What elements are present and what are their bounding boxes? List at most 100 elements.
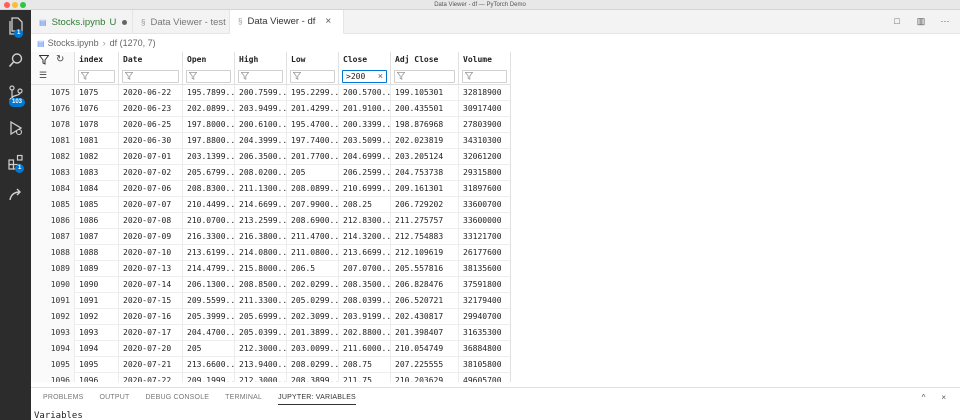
table-cell-date[interactable]: 2020-07-10 (119, 245, 183, 261)
table-row[interactable]: 1078 1078 2020-06-25 197.8000... 200.6100...… (31, 117, 510, 133)
table-cell-high[interactable]: 213.2599... (235, 213, 287, 229)
column-header-adj_close[interactable]: Adj Close (391, 52, 459, 68)
table-cell-volume[interactable]: 33600000 (459, 213, 510, 229)
table-cell-date[interactable]: 2020-07-17 (119, 325, 183, 341)
table-cell-date[interactable]: 2020-07-06 (119, 181, 183, 197)
table-cell-adj_close[interactable]: 200.435501 (391, 101, 459, 117)
table-cell-high[interactable]: 205.6999... (235, 309, 287, 325)
table-row[interactable]: 1081 1081 2020-06-30 197.8800... 204.3999...… (31, 133, 510, 149)
table-row[interactable]: 1076 1076 2020-06-23 202.0899... 203.9499...… (31, 101, 510, 117)
table-cell-low[interactable]: 201.7700... (287, 149, 339, 165)
run-debug-icon[interactable] (6, 118, 26, 138)
column-header-volume[interactable]: Volume (459, 52, 510, 68)
search-icon[interactable] (6, 50, 26, 70)
table-cell-low[interactable]: 203.0099... (287, 341, 339, 357)
table-cell-date[interactable]: 2020-07-01 (119, 149, 183, 165)
table-cell-index[interactable]: 1090 (75, 277, 119, 293)
table-cell-close[interactable]: 201.9100... (339, 101, 391, 117)
table-cell-open[interactable]: 202.0899... (183, 101, 235, 117)
table-cell-low[interactable]: 208.0299... (287, 357, 339, 373)
table-cell-date[interactable]: 2020-06-22 (119, 85, 183, 101)
table-cell-close[interactable]: 200.3399... (339, 117, 391, 133)
table-cell-low[interactable]: 208.0899... (287, 181, 339, 197)
column-filter-input-high[interactable] (238, 70, 283, 83)
table-cell-open[interactable]: 208.8300... (183, 181, 235, 197)
table-cell-open[interactable]: 203.1399... (183, 149, 235, 165)
table-cell-high[interactable]: 212.3000... (235, 341, 287, 357)
table-cell-index[interactable]: 1087 (75, 229, 119, 245)
table-cell-volume[interactable]: 30917400 (459, 101, 510, 117)
table-cell-high[interactable]: 216.3800... (235, 229, 287, 245)
table-cell-close[interactable]: 203.5099... (339, 133, 391, 149)
table-cell-close[interactable]: 213.6699... (339, 245, 391, 261)
table-cell-high[interactable]: 214.0800... (235, 245, 287, 261)
table-cell-high[interactable]: 203.9499... (235, 101, 287, 117)
table-cell-close[interactable]: 203.9199... (339, 309, 391, 325)
refresh-icon[interactable]: ↻ (56, 54, 64, 65)
table-cell-low[interactable]: 208.6900... (287, 213, 339, 229)
table-cell-high[interactable]: 213.9400... (235, 357, 287, 373)
column-header-open[interactable]: Open (183, 52, 235, 68)
panel-tab-terminal[interactable]: TERMINAL (225, 394, 262, 405)
tab-data-viewer-df[interactable]: § Data Viewer - df × (230, 10, 344, 34)
panel-tab-output[interactable]: OUTPUT (100, 394, 130, 405)
table-cell-volume[interactable]: 34310300 (459, 133, 510, 149)
table-cell-volume[interactable]: 31635300 (459, 325, 510, 341)
table-cell-date[interactable]: 2020-07-08 (119, 213, 183, 229)
table-cell-close[interactable]: 210.6999... (339, 181, 391, 197)
table-cell-index[interactable]: 1095 (75, 357, 119, 373)
table-cell-adj_close[interactable]: 201.398407 (391, 325, 459, 341)
table-cell-low[interactable]: 197.7400... (287, 133, 339, 149)
table-cell-date[interactable]: 2020-07-02 (119, 165, 183, 181)
split-editor-icon[interactable]: □ (892, 16, 902, 26)
table-cell-index[interactable]: 1082 (75, 149, 119, 165)
table-cell-high[interactable]: 204.3999... (235, 133, 287, 149)
table-cell-high[interactable]: 206.3500... (235, 149, 287, 165)
table-cell-index[interactable]: 1088 (75, 245, 119, 261)
table-cell-date[interactable]: 2020-07-14 (119, 277, 183, 293)
table-cell-date[interactable]: 2020-06-30 (119, 133, 183, 149)
table-cell-volume[interactable]: 49605700 (459, 373, 510, 382)
filter-icon[interactable] (38, 55, 50, 68)
table-cell-open[interactable]: 209.1999... (183, 373, 235, 382)
table-cell-open[interactable]: 210.0700... (183, 213, 235, 229)
maximize-panel-icon[interactable]: ^ (922, 393, 926, 402)
table-cell-close[interactable]: 214.3200... (339, 229, 391, 245)
table-cell-low[interactable]: 201.4299... (287, 101, 339, 117)
table-cell-date[interactable]: 2020-07-21 (119, 357, 183, 373)
clear-filter-icon[interactable]: × (378, 71, 383, 81)
table-cell-adj_close[interactable]: 198.876968 (391, 117, 459, 133)
table-cell-close[interactable]: 211.75 (339, 373, 391, 382)
table-cell-index[interactable]: 1091 (75, 293, 119, 309)
table-cell-open[interactable]: 210.4499... (183, 197, 235, 213)
table-row[interactable]: 1084 1084 2020-07-06 208.8300... 211.1300...… (31, 181, 510, 197)
table-cell-adj_close[interactable]: 211.275757 (391, 213, 459, 229)
table-cell-index[interactable]: 1086 (75, 213, 119, 229)
table-cell-index[interactable]: 1085 (75, 197, 119, 213)
table-cell-volume[interactable]: 38105800 (459, 357, 510, 373)
table-cell-low[interactable]: 211.4700... (287, 229, 339, 245)
column-filter-input-open[interactable] (186, 70, 231, 83)
table-cell-index[interactable]: 1078 (75, 117, 119, 133)
table-cell-low[interactable]: 195.2299... (287, 85, 339, 101)
table-row[interactable]: 1091 1091 2020-07-15 209.5599... 211.3300...… (31, 293, 510, 309)
column-filter-input-volume[interactable] (462, 70, 507, 83)
column-filter-input-date[interactable] (122, 70, 179, 83)
table-cell-date[interactable]: 2020-07-20 (119, 341, 183, 357)
table-cell-volume[interactable]: 32818900 (459, 85, 510, 101)
table-cell-close[interactable]: 208.3500... (339, 277, 391, 293)
table-cell-adj_close[interactable]: 206.520721 (391, 293, 459, 309)
table-row[interactable]: 1082 1082 2020-07-01 203.1399... 206.3500...… (31, 149, 510, 165)
table-cell-volume[interactable]: 26177600 (459, 245, 510, 261)
close-icon[interactable]: × (325, 16, 331, 27)
table-cell-volume[interactable]: 31897600 (459, 181, 510, 197)
table-cell-close[interactable]: 208.75 (339, 357, 391, 373)
column-filter-input-adj_close[interactable] (394, 70, 455, 83)
table-cell-volume[interactable]: 32179400 (459, 293, 510, 309)
table-cell-volume[interactable]: 29940700 (459, 309, 510, 325)
table-cell-open[interactable]: 205.3999... (183, 309, 235, 325)
table-cell-index[interactable]: 1092 (75, 309, 119, 325)
table-cell-low[interactable]: 202.3099... (287, 309, 339, 325)
panel-tab-problems[interactable]: PROBLEMS (43, 394, 84, 405)
table-row[interactable]: 1093 1093 2020-07-17 204.4700... 205.0399...… (31, 325, 510, 341)
